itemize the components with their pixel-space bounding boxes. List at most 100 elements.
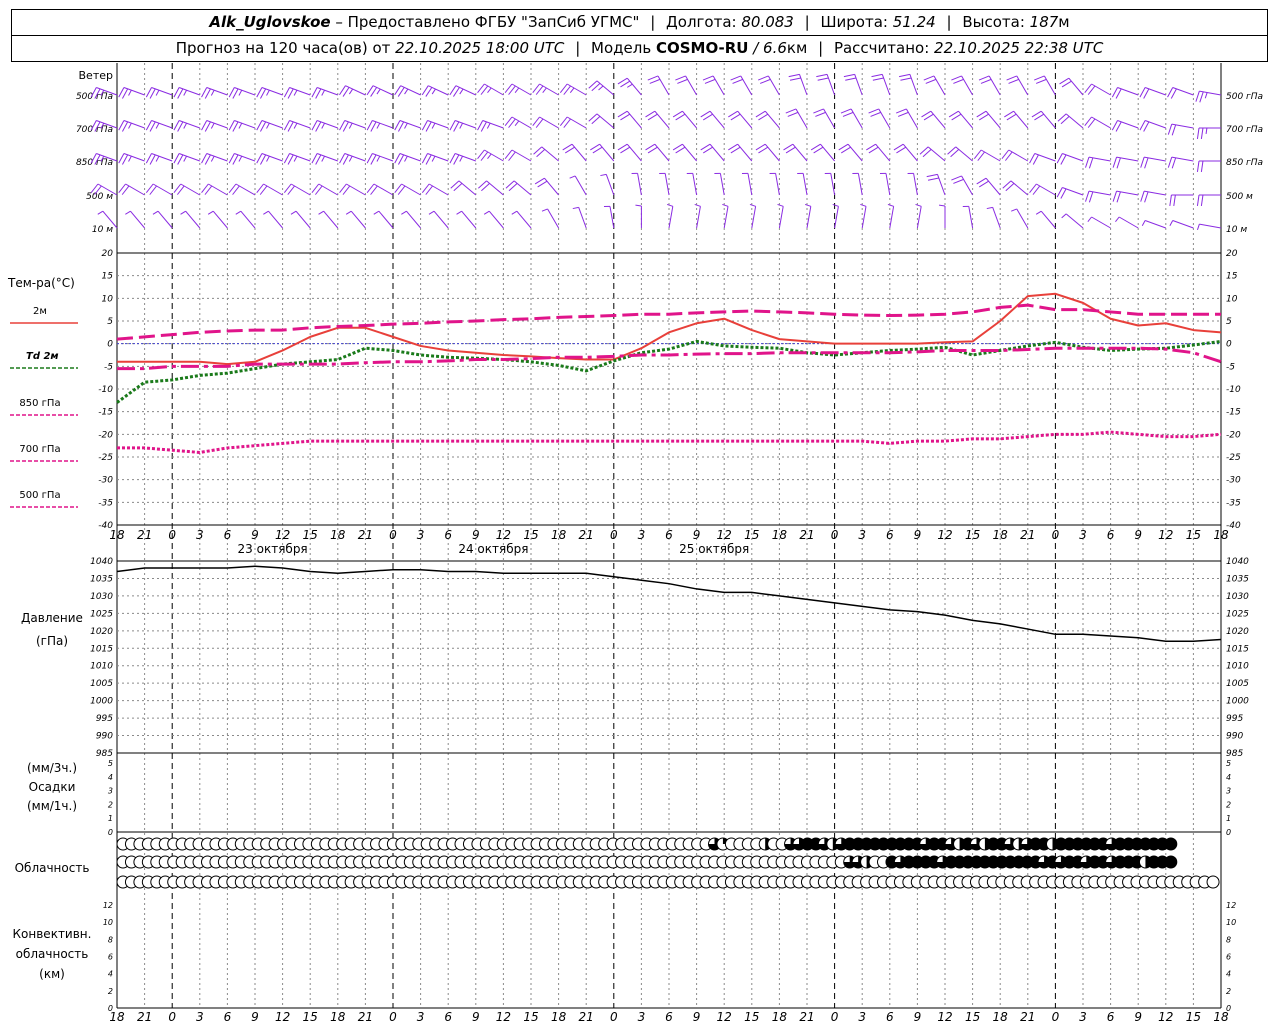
wind-barb <box>810 143 835 162</box>
wind-barb <box>228 183 256 196</box>
wind-barb <box>730 75 753 96</box>
wind-barb <box>986 206 1001 229</box>
wind-barb <box>1111 120 1139 132</box>
wind-barb <box>394 183 421 196</box>
pres-ytick: 1020 <box>90 627 113 637</box>
wind-barb <box>728 143 753 162</box>
wind-barb <box>256 183 283 196</box>
x-tick-label-bottom: 6 <box>665 1010 673 1024</box>
wind-barb <box>504 149 532 162</box>
wind-barb <box>572 206 587 229</box>
wind-barb <box>173 153 200 165</box>
x-tick-label-bottom: 15 <box>523 1010 538 1024</box>
precip-title: Осадки <box>29 780 76 794</box>
pres-ytick-right: 1035 <box>1226 574 1249 584</box>
wind-barb <box>694 203 701 229</box>
wind-barb <box>505 180 532 196</box>
wind-barb <box>893 143 918 162</box>
wind-barb <box>675 75 698 96</box>
x-tick-label-bottom: 9 <box>693 1010 701 1024</box>
wind-barb <box>588 113 615 129</box>
wind-barb <box>533 146 559 162</box>
x-tick-label-bottom: 3 <box>196 1010 204 1024</box>
wind-barb <box>1029 153 1056 165</box>
x-tick-label-bottom: 0 <box>389 1010 397 1024</box>
wind-barb <box>228 120 256 132</box>
wind-barb <box>283 120 311 132</box>
x-tick-label: 0 <box>831 528 839 542</box>
wind-barb <box>1061 213 1084 229</box>
wind-barb <box>647 75 670 96</box>
wind-barb <box>840 108 863 129</box>
x-tick-label-bottom: 0 <box>610 1010 618 1024</box>
x-tick-label: 0 <box>168 528 176 542</box>
wind-barb <box>1011 208 1029 229</box>
wind-barb <box>373 210 394 229</box>
x-tick-label-bottom: 9 <box>1134 1010 1142 1024</box>
x-tick-label-bottom: 0 <box>168 1010 176 1024</box>
wind-barb <box>559 83 587 96</box>
wind-barb <box>477 83 504 96</box>
wind-barb <box>118 120 145 132</box>
conv-ytick-right: 0 <box>1226 1004 1231 1013</box>
pres-ytick: 1010 <box>90 662 113 672</box>
temp-ytick: -10 <box>98 385 113 395</box>
cloud-cover-symbol <box>1206 875 1220 889</box>
wind-barb <box>449 85 477 97</box>
wind-barb <box>672 110 697 129</box>
wind-barb <box>672 143 697 162</box>
precip-ytick-right: 4 <box>1226 773 1231 782</box>
precip-ytick: 3 <box>108 787 113 796</box>
wind-barb <box>926 173 946 196</box>
precip-ytick-right: 5 <box>1226 759 1231 768</box>
x-tick-label-bottom: 21 <box>799 1010 814 1024</box>
conv-ytick: 2 <box>108 987 113 996</box>
wind-barb <box>394 120 421 132</box>
pres-ytick-right: 1005 <box>1226 679 1249 689</box>
wind-level-label: 700 гПа <box>76 125 113 135</box>
wind-barb <box>866 143 891 162</box>
x-tick-label-bottom: 6 <box>886 1010 894 1024</box>
wind-barb <box>896 108 918 129</box>
conv-unit: (км) <box>39 967 65 981</box>
wind-barb <box>318 210 339 229</box>
wind-barb <box>1029 183 1056 196</box>
x-tick-label: 12 <box>496 528 511 542</box>
wind-barb <box>511 210 532 229</box>
wind-barb <box>428 210 449 229</box>
pres-ytick-right: 1010 <box>1226 662 1249 672</box>
wind-barb <box>915 203 922 229</box>
x-tick-label-bottom: 18 <box>772 1010 788 1024</box>
x-tick-label: 0 <box>1052 528 1060 542</box>
conv-ytick-right: 4 <box>1226 970 1231 979</box>
wind-barb <box>401 210 421 229</box>
day-label: 25 октября <box>679 542 749 556</box>
wind-barb <box>569 175 587 196</box>
wind-barb <box>477 120 504 132</box>
wind-barb <box>394 85 421 97</box>
pres-ytick-right: 985 <box>1226 749 1243 759</box>
conv-ytick: 0 <box>108 1004 113 1013</box>
wind-barb <box>1006 75 1029 96</box>
conv-ytick-right: 2 <box>1226 987 1231 996</box>
wind-barb <box>1059 77 1084 96</box>
pres-ytick: 1000 <box>90 697 113 707</box>
wind-barb <box>483 210 504 229</box>
wind-barb <box>145 153 173 165</box>
wind-barb <box>532 83 559 96</box>
wind-barb <box>1111 87 1139 99</box>
wind-barb <box>741 172 753 196</box>
wind-barb <box>207 210 228 229</box>
wind-level-label-right: 500 гПа <box>1226 92 1263 102</box>
x-tick-label-bottom: 12 <box>937 1010 952 1024</box>
x-tick-label: 12 <box>717 528 732 542</box>
x-tick-label-bottom: 18 <box>993 1010 1009 1024</box>
wind-barb <box>871 73 891 96</box>
temp-ytick-right: -35 <box>1226 498 1241 508</box>
temp-ytick: -35 <box>98 498 113 508</box>
wind-barb <box>1139 120 1166 132</box>
wind-barb <box>1034 75 1056 96</box>
wind-barb <box>868 108 891 129</box>
pres-ytick: 990 <box>96 732 113 742</box>
x-tick-label: 0 <box>610 528 618 542</box>
